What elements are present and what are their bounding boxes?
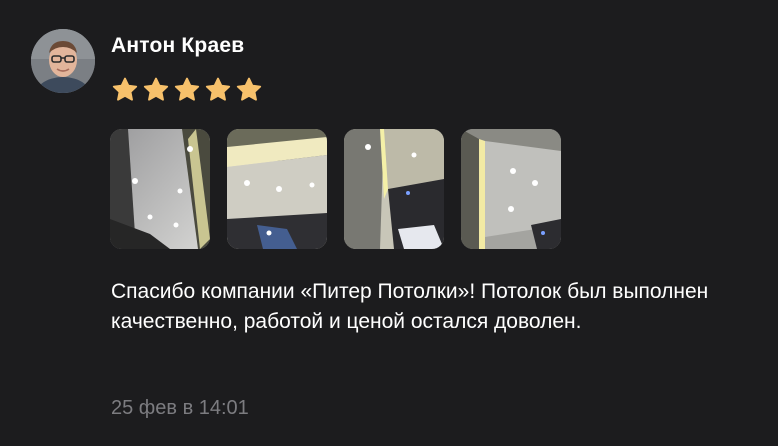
review-date: 25 фев в 14:01 (111, 397, 249, 419)
photo-gallery (110, 129, 561, 249)
star-icon (143, 77, 169, 101)
review-text: Спасибо компании «Питер Потолки»! Потоло… (111, 280, 709, 333)
star-icon (112, 77, 138, 101)
ceiling-photo-icon (344, 129, 444, 249)
star-icon (236, 77, 262, 101)
photo-thumbnail-3[interactable] (344, 129, 444, 249)
ceiling-photo-icon (227, 129, 327, 249)
ceiling-photo-icon (110, 129, 210, 249)
photo-thumbnail-1[interactable] (110, 129, 210, 249)
review-card: Антон Краев Спасибо компании «Питер Пото… (0, 0, 778, 446)
star-icon (205, 77, 231, 101)
author-name[interactable]: Антон Краев (111, 34, 244, 58)
ceiling-photo-icon (461, 129, 561, 249)
star-icon (174, 77, 200, 101)
rating-stars (111, 76, 263, 104)
user-photo-icon (31, 29, 95, 93)
photo-thumbnail-4[interactable] (461, 129, 561, 249)
avatar[interactable] (31, 29, 95, 93)
photo-thumbnail-2[interactable] (227, 129, 327, 249)
